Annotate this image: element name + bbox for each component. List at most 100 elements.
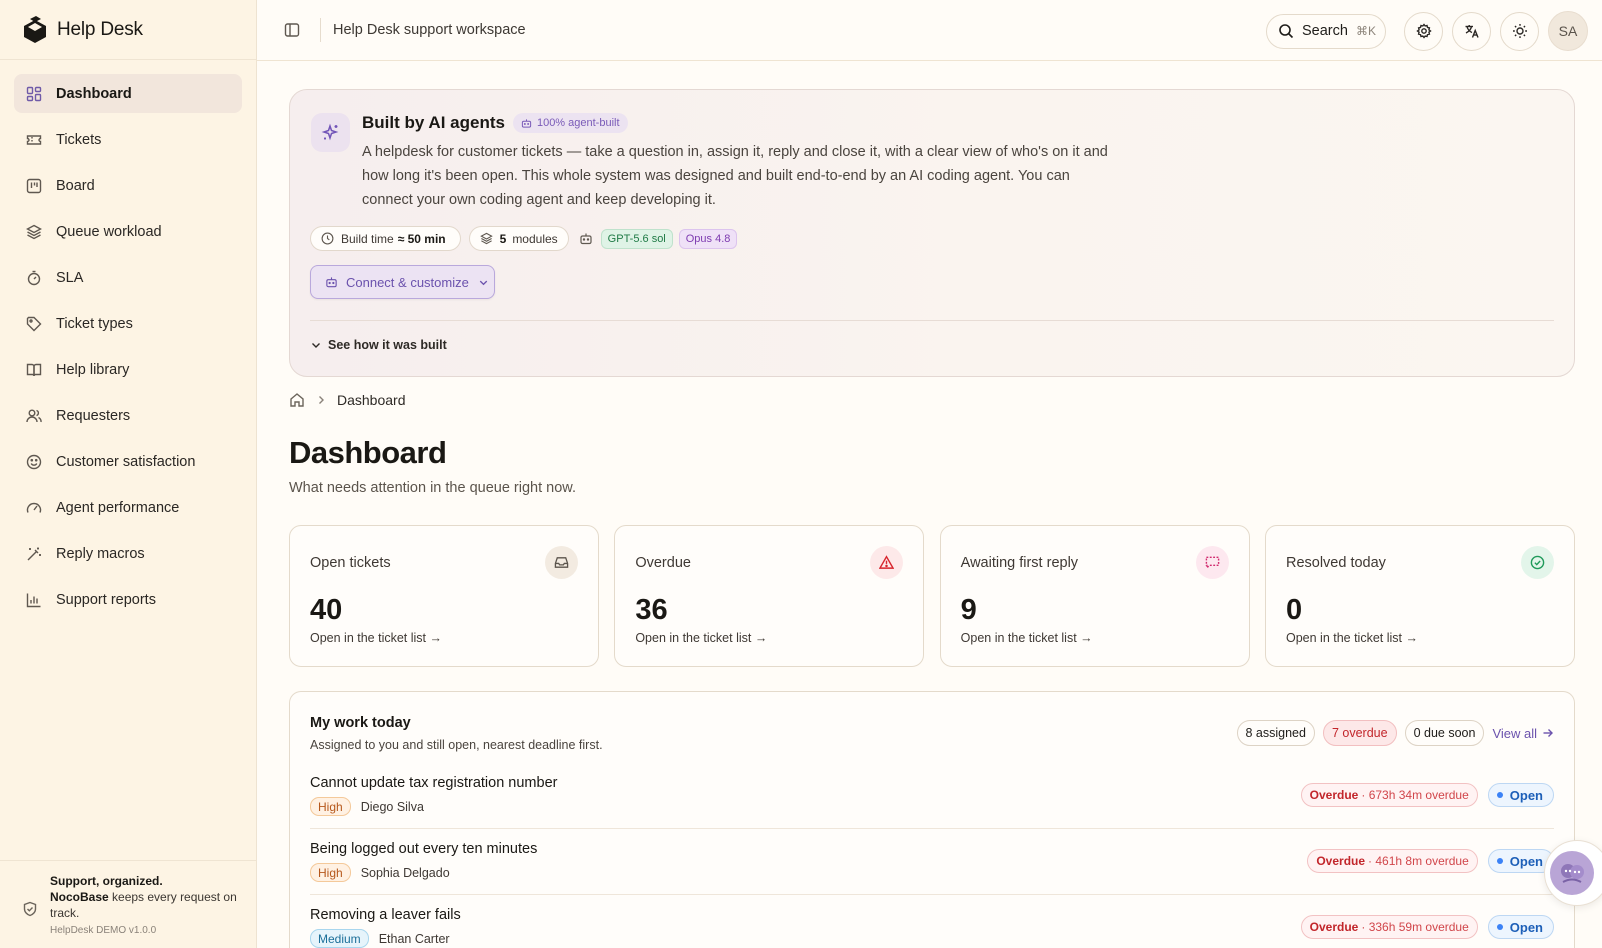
page-title: Dashboard	[289, 435, 447, 470]
sidebar-item-reply-macros[interactable]: Reply macros	[14, 534, 242, 573]
gauge-icon	[26, 502, 42, 513]
build-time-label: Build time	[341, 231, 394, 246]
due-soon-count-badge: 0 due soon	[1404, 720, 1485, 746]
alert-triangle-icon	[870, 546, 904, 579]
kpi-link[interactable]: Open in the ticket list →	[635, 631, 767, 645]
ticket-status-group: Overdue · 673h 34m overdue Open	[1300, 783, 1554, 807]
home-icon[interactable]	[289, 392, 305, 408]
settings-button[interactable]	[1404, 11, 1443, 51]
status-dot	[1496, 792, 1503, 798]
sidebar-item-label: Reply macros	[56, 545, 145, 562]
user-avatar[interactable]: SA	[1548, 11, 1588, 51]
ticket-status-group: Overdue · 461h 8m overdue Open	[1307, 849, 1554, 873]
ticket-row[interactable]: Removing a leaver fails Medium Ethan Car…	[310, 907, 1554, 948]
breadcrumb-current: Dashboard	[337, 392, 406, 408]
sidebar-item-label: Support reports	[56, 591, 156, 608]
build-stats: Build time ≈ 50 min 5 modules GPT-5.6 so…	[310, 226, 743, 251]
tag-icon	[26, 316, 42, 331]
language-button[interactable]	[1452, 11, 1491, 51]
banner-divider	[310, 320, 1554, 321]
sla-due-badge: Overdue · 461h 8m overdue	[1307, 849, 1478, 873]
sidebar-item-ticket-types[interactable]: Ticket types	[14, 304, 242, 343]
sidebar-item-support-reports[interactable]: Support reports	[14, 580, 242, 619]
workspace-title: Help Desk support workspace	[333, 22, 526, 38]
overdue-count-badge: 7 overdue	[1322, 720, 1397, 746]
row-divider	[310, 894, 1554, 895]
modules-label: modules	[512, 231, 558, 246]
logo-icon	[24, 15, 46, 43]
sidebar: Help Desk Dashboard Tickets Board Queue …	[0, 0, 257, 948]
sla-due-label: Overdue	[1316, 854, 1366, 868]
dashboard-icon	[26, 86, 42, 101]
model-chip-opus: Opus 4.8	[678, 228, 738, 249]
sidebar-item-customer-satisfaction[interactable]: Customer satisfaction	[14, 442, 242, 481]
status-dot	[1496, 924, 1503, 930]
topbar-actions: Search ⌘K SA	[1266, 11, 1588, 51]
ticket-meta: High Sophia Delgado	[310, 863, 450, 882]
layers-icon	[479, 232, 493, 245]
kpi-value: 9	[960, 594, 977, 626]
ticket-title: Removing a leaver fails	[310, 907, 461, 923]
sidebar-item-requesters[interactable]: Requesters	[14, 396, 242, 435]
ticket-icon	[26, 134, 42, 145]
search-button[interactable]: Search ⌘K	[1266, 13, 1386, 49]
chevron-right-icon	[319, 396, 324, 404]
build-time-value: ≈ 50 min	[397, 231, 446, 246]
kpi-card-open-tickets[interactable]: Open tickets 40 Open in the ticket list …	[289, 525, 599, 667]
assigned-count-badge: 8 assigned	[1236, 720, 1315, 746]
arrow-right-icon	[1543, 729, 1553, 737]
connect-customize-button[interactable]: Connect & customize	[310, 265, 495, 299]
shield-check-icon	[23, 901, 37, 917]
smile-icon	[26, 454, 42, 469]
theme-toggle-button[interactable]	[1500, 11, 1539, 51]
bot-icon	[580, 233, 592, 244]
kpi-label: Open tickets	[310, 555, 391, 571]
sidebar-item-sla[interactable]: SLA	[14, 258, 242, 297]
sidebar-item-label: Ticket types	[56, 315, 133, 332]
breadcrumb: Dashboard	[289, 392, 406, 408]
sidebar-item-agent-performance[interactable]: Agent performance	[14, 488, 242, 527]
footer-tagline: Support, organized. NocoBase keeps every…	[50, 873, 242, 921]
ticket-requester: Sophia Delgado	[360, 865, 450, 880]
view-all-label: View all	[1492, 725, 1537, 741]
topbar-divider	[320, 18, 321, 42]
sidebar-item-tickets[interactable]: Tickets	[14, 120, 242, 159]
brand[interactable]: Help Desk	[0, 0, 256, 60]
sun-icon	[1512, 24, 1527, 38]
kpi-card-resolved-today[interactable]: Resolved today 0 Open in the ticket list…	[1264, 525, 1575, 667]
assistant-avatar-icon	[1550, 851, 1594, 895]
kpi-link[interactable]: Open in the ticket list →	[310, 631, 442, 645]
kpi-link[interactable]: Open in the ticket list →	[961, 631, 1093, 645]
ai-assistant-button[interactable]	[1544, 840, 1602, 906]
sidebar-item-label: Dashboard	[56, 85, 132, 102]
view-all-link[interactable]: View all	[1492, 726, 1554, 741]
footer-brand: NocoBase	[50, 890, 109, 904]
kpi-card-overdue[interactable]: Overdue 36 Open in the ticket list →	[614, 525, 925, 667]
search-label: Search	[1302, 23, 1348, 39]
sidebar-nav: Dashboard Tickets Board Queue workload S…	[0, 60, 256, 619]
kpi-link[interactable]: Open in the ticket list →	[1286, 631, 1418, 645]
page-subtitle: What needs attention in the queue right …	[289, 480, 576, 496]
sidebar-item-help-library[interactable]: Help library	[14, 350, 242, 389]
topbar: Help Desk support workspace Search ⌘K SA	[257, 0, 1602, 61]
agent-built-badge: 100% agent-built	[512, 113, 628, 133]
sidebar-item-dashboard[interactable]: Dashboard	[14, 74, 242, 113]
status-badge: Open	[1487, 783, 1554, 807]
status-label: Open	[1509, 853, 1543, 869]
search-icon	[1279, 24, 1294, 39]
sidebar-item-queue-workload[interactable]: Queue workload	[14, 212, 242, 251]
chevron-down-icon	[479, 280, 488, 285]
sidebar-item-label: Help library	[56, 361, 130, 378]
banner-heading: Built by AI agents 100% agent-built	[362, 113, 628, 133]
footer-headline: Support, organized.	[50, 874, 163, 888]
sla-due-detail: · 461h 8m overdue	[1368, 854, 1469, 868]
kpi-card-awaiting-first-reply[interactable]: Awaiting first reply 9 Open in the ticke…	[939, 525, 1250, 667]
search-shortcut: ⌘K	[1355, 24, 1376, 38]
see-how-built-toggle[interactable]: See how it was built	[310, 338, 447, 352]
bot-icon	[326, 276, 337, 287]
sidebar-item-board[interactable]: Board	[14, 166, 242, 205]
sidebar-toggle-icon[interactable]	[284, 22, 300, 38]
status-dot	[1496, 858, 1503, 864]
sidebar-item-label: Agent performance	[56, 499, 180, 516]
gear-icon	[1415, 23, 1432, 39]
